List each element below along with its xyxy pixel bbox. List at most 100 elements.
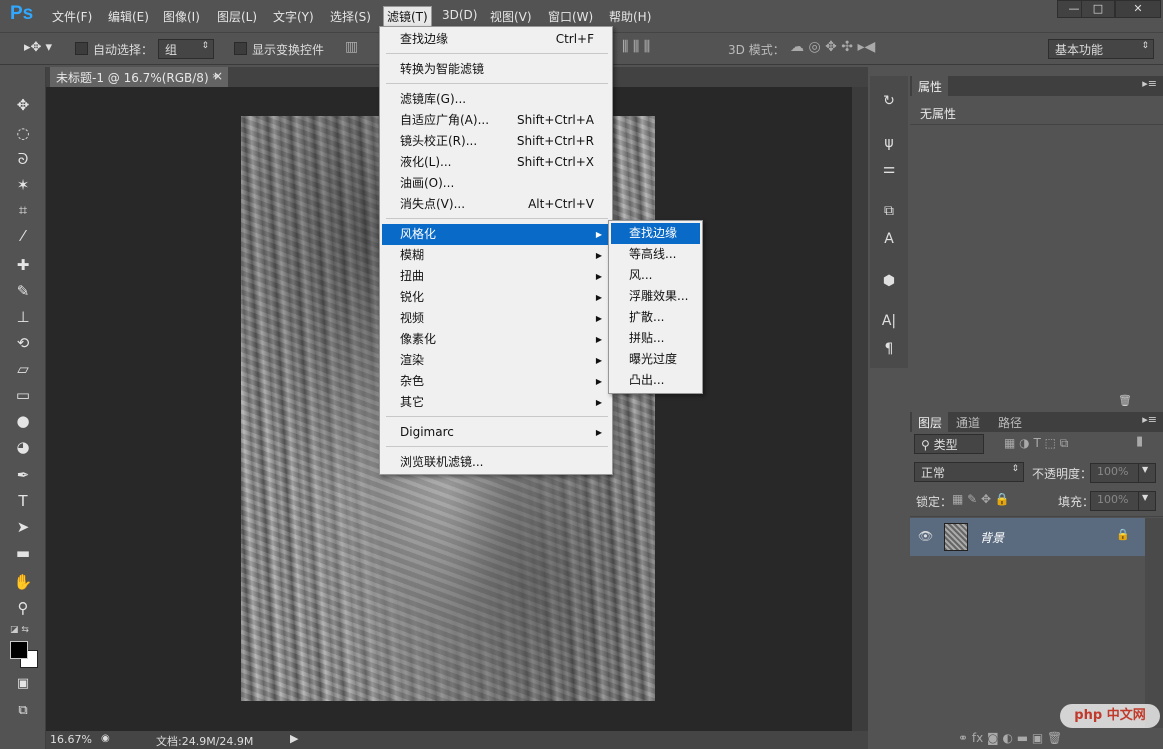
magic-wand-icon[interactable]: ✶ bbox=[10, 173, 36, 197]
submenu-item-extrude[interactable]: 凸出... bbox=[611, 370, 700, 391]
move-tool-icon[interactable]: ▸✥ ▾ bbox=[24, 40, 52, 55]
panel-menu-icon[interactable]: ▸≡ bbox=[1142, 413, 1157, 426]
gradient-icon[interactable]: ▭ bbox=[10, 383, 36, 407]
submenu-item-contour[interactable]: 等高线... bbox=[611, 244, 700, 265]
tab-channels[interactable]: 通道 bbox=[950, 412, 987, 432]
menu-view[interactable]: 视图(V) bbox=[490, 8, 532, 25]
layer-footer-icons[interactable]: ⚭ fx ◙ ◐ ▬ ▣ 🗑 bbox=[958, 731, 1062, 745]
brush-tool-icon[interactable]: ✎ bbox=[10, 279, 36, 303]
3d-panel-icon[interactable]: ⬢ bbox=[878, 270, 900, 292]
3d-mode-icons[interactable]: ☁ ◎ ✥ ✣ ▸◀ bbox=[790, 39, 875, 55]
menu-filter[interactable]: 滤镜(T) bbox=[383, 6, 432, 27]
trash-icon[interactable]: 🗑 bbox=[1118, 394, 1132, 407]
history-brush-icon[interactable]: ⟲ bbox=[10, 331, 36, 355]
menu-item-blur[interactable]: 模糊 ▶ bbox=[382, 245, 610, 266]
menu-item-convert-smart-filter[interactable]: 转换为智能滤镜 bbox=[382, 59, 610, 80]
pen-tool-icon[interactable]: ✒ bbox=[10, 463, 36, 487]
hand-tool-icon[interactable]: ✋ bbox=[10, 570, 36, 594]
auto-select-checkbox[interactable] bbox=[75, 42, 88, 55]
character-panel-icon[interactable]: A| bbox=[878, 310, 900, 332]
menu-item-browse-online-filters[interactable]: 浏览联机滤镜... bbox=[382, 452, 610, 473]
dodge-tool-icon[interactable]: ◕ bbox=[10, 435, 36, 459]
opacity-dropdown-icon[interactable]: ▼ bbox=[1138, 463, 1156, 483]
visibility-eye-icon[interactable]: 👁 bbox=[918, 529, 933, 543]
close-button[interactable]: ✕ bbox=[1115, 0, 1161, 18]
layer-row-background[interactable]: 👁 背景 🔒 bbox=[910, 518, 1145, 556]
menu-item-stylize[interactable]: 风格化 ▶ bbox=[382, 224, 610, 245]
menu-item-digimarc[interactable]: Digimarc ▶ bbox=[382, 422, 610, 443]
menu-image[interactable]: 图像(I) bbox=[163, 8, 200, 25]
status-icon[interactable]: ◉ bbox=[101, 733, 110, 744]
submenu-item-wind[interactable]: 风... bbox=[611, 265, 700, 286]
panel-menu-icon[interactable]: ▸≡ bbox=[1142, 77, 1157, 90]
vertical-scrollbar[interactable] bbox=[852, 87, 868, 731]
menu-select[interactable]: 选择(S) bbox=[330, 8, 371, 25]
eraser-icon[interactable]: ▱ bbox=[10, 357, 36, 381]
submenu-item-diffuse[interactable]: 扩散... bbox=[611, 307, 700, 328]
opacity-field[interactable]: 100% bbox=[1090, 463, 1140, 483]
maximize-button[interactable]: □ bbox=[1081, 0, 1115, 18]
menu-item-other[interactable]: 其它 ▶ bbox=[382, 392, 610, 413]
eyedropper-icon[interactable]: ⁄ bbox=[10, 224, 36, 248]
menu-item-vanishing-point[interactable]: 消失点(V)... Alt+Ctrl+V bbox=[382, 194, 610, 215]
menu-help[interactable]: 帮助(H) bbox=[609, 8, 651, 25]
menu-item-liquify[interactable]: 液化(L)... Shift+Ctrl+X bbox=[382, 152, 610, 173]
status-arrow-icon[interactable]: ▶ bbox=[290, 732, 298, 745]
auto-select-dropdown[interactable]: 组 ⇕ bbox=[158, 39, 214, 59]
lock-icons[interactable]: ▦ ✎ ✥ 🔒 bbox=[952, 492, 1010, 506]
menu-layer[interactable]: 图层(L) bbox=[217, 8, 257, 25]
submenu-item-emboss[interactable]: 浮雕效果... bbox=[611, 286, 700, 307]
swap-colors-icon[interactable]: ◪ ⇆ bbox=[10, 625, 29, 635]
tab-properties[interactable]: 属性 bbox=[912, 76, 949, 96]
align-icon[interactable]: ▥ bbox=[345, 39, 358, 55]
shape-tool-icon[interactable]: ▬ bbox=[10, 541, 36, 565]
zoom-tool-icon[interactable]: ⚲ bbox=[10, 596, 36, 620]
show-transform-checkbox[interactable] bbox=[234, 42, 247, 55]
menu-item-pixelate[interactable]: 像素化 ▶ bbox=[382, 329, 610, 350]
type-tool-icon[interactable]: T bbox=[10, 489, 36, 513]
submenu-item-tiles[interactable]: 拼贴... bbox=[611, 328, 700, 349]
fill-field[interactable]: 100% bbox=[1090, 491, 1140, 511]
document-tab[interactable]: 未标题-1 @ 16.7%(RGB/8) * × bbox=[50, 67, 228, 87]
lasso-tool-icon[interactable]: ᘐ bbox=[10, 147, 36, 171]
screen-mode-icon[interactable]: ⧉ bbox=[10, 699, 36, 723]
menu-item-find-edges-last[interactable]: 查找边缘 Ctrl+F bbox=[382, 29, 610, 50]
blur-tool-icon[interactable]: ● bbox=[10, 409, 36, 433]
tab-close-icon[interactable]: × bbox=[213, 69, 223, 83]
menu-item-filter-gallery[interactable]: 滤镜库(G)... bbox=[382, 89, 610, 110]
crop-tool-icon[interactable]: ⌗ bbox=[10, 198, 36, 222]
menu-item-render[interactable]: 渲染 ▶ bbox=[382, 350, 610, 371]
menu-type[interactable]: 文字(Y) bbox=[273, 8, 314, 25]
tab-layers[interactable]: 图层 bbox=[912, 412, 949, 432]
menu-window[interactable]: 窗口(W) bbox=[548, 8, 593, 25]
clone-source-icon[interactable]: ⧉ bbox=[878, 200, 900, 222]
filter-type-icons[interactable]: ▦ ◑ T ⬚ ⧉ bbox=[1004, 436, 1068, 451]
marquee-tool-icon[interactable]: ◌ bbox=[10, 121, 36, 145]
menu-item-sharpen[interactable]: 锐化 ▶ bbox=[382, 287, 610, 308]
menu-item-video[interactable]: 视频 ▶ bbox=[382, 308, 610, 329]
layers-scrollbar[interactable] bbox=[1145, 518, 1163, 728]
tab-paths[interactable]: 路径 bbox=[992, 412, 1029, 432]
workspace-dropdown[interactable]: 基本功能 ⇕ bbox=[1048, 39, 1154, 59]
zoom-level[interactable]: 16.67% bbox=[50, 733, 92, 746]
quick-mask-icon[interactable]: ▣ bbox=[10, 672, 36, 696]
blend-mode-dropdown[interactable]: 正常 ⇕ bbox=[914, 462, 1024, 482]
menu-item-distort[interactable]: 扭曲 ▶ bbox=[382, 266, 610, 287]
healing-brush-icon[interactable]: ✚ bbox=[10, 253, 36, 277]
layer-filter-dropdown[interactable]: ⚲ 类型 bbox=[914, 434, 984, 454]
layer-name[interactable]: 背景 bbox=[980, 529, 1004, 546]
menu-file[interactable]: 文件(F) bbox=[52, 8, 92, 25]
menu-item-noise[interactable]: 杂色 ▶ bbox=[382, 371, 610, 392]
stamp-tool-icon[interactable]: ⊥ bbox=[10, 305, 36, 329]
foreground-color[interactable] bbox=[10, 641, 28, 659]
submenu-item-solarize[interactable]: 曝光过度 bbox=[611, 349, 700, 370]
path-select-icon[interactable]: ➤ bbox=[10, 515, 36, 539]
move-tool-icon[interactable]: ✥ bbox=[10, 93, 36, 117]
menu-item-oil-paint[interactable]: 油画(O)... bbox=[382, 173, 610, 194]
menu-item-adaptive-wide-angle[interactable]: 自适应广角(A)... Shift+Ctrl+A bbox=[382, 110, 610, 131]
history-panel-icon[interactable]: ↻ bbox=[878, 90, 900, 112]
brush-preset-icon[interactable]: ψ bbox=[878, 132, 900, 154]
menu-edit[interactable]: 编辑(E) bbox=[108, 8, 149, 25]
adjustments-icon[interactable]: ⚌ bbox=[878, 158, 900, 180]
paragraph-panel-icon[interactable]: ¶ bbox=[878, 338, 900, 360]
